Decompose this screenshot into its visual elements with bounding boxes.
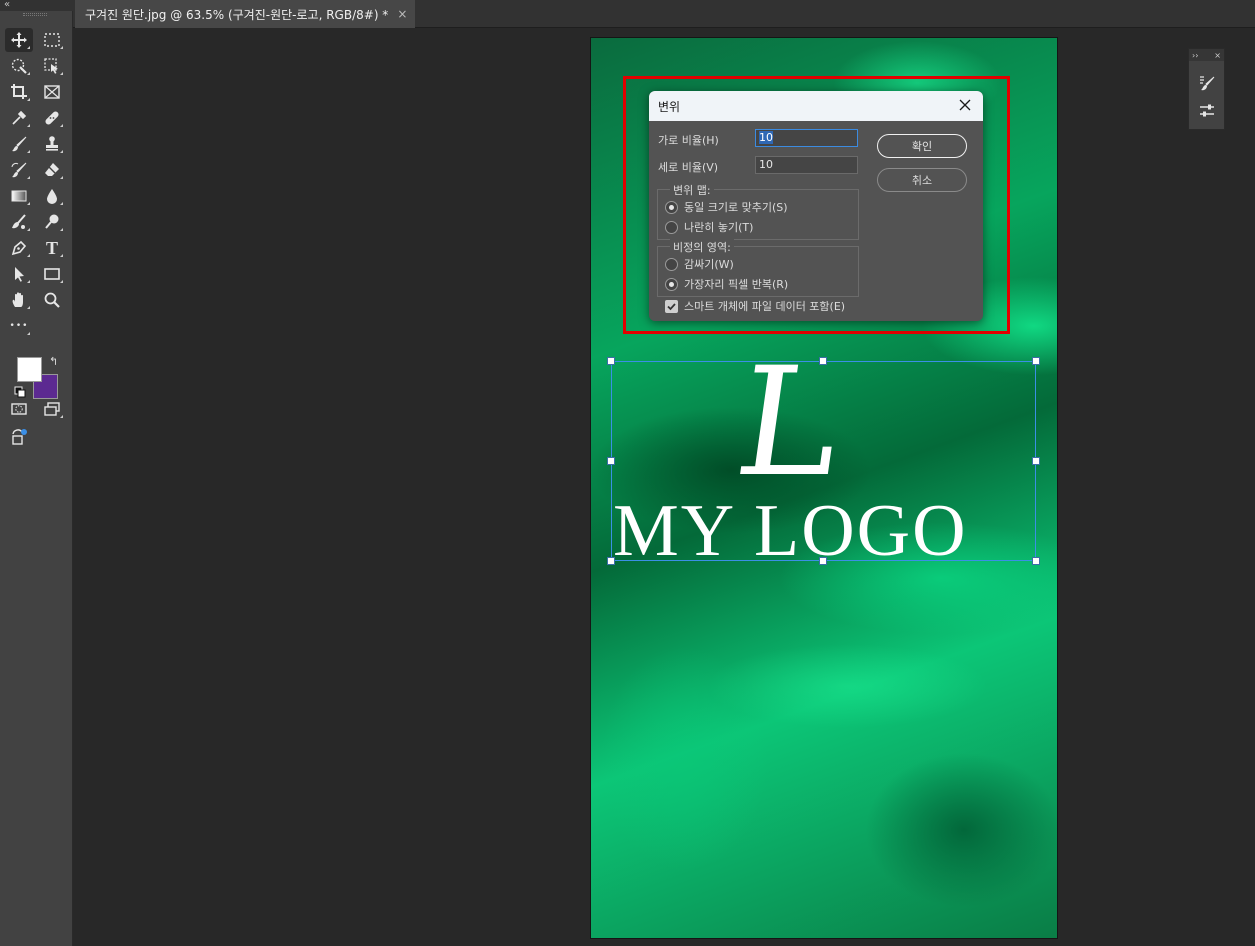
panel-dock-header: ›› × [1189,49,1224,61]
radio-label: 감싸기(W) [684,258,734,271]
collapse-panels-button[interactable]: « [4,0,10,10]
marquee-tool-icon[interactable] [38,28,66,52]
toolbar-grip[interactable] [23,13,47,16]
cancel-button[interactable]: 취소 [877,168,967,192]
move-tool-icon[interactable] [5,28,33,52]
radio-dot [665,200,678,214]
displace-dialog: 변위 가로 비율(H) 10 세로 비율(V) 10 확인 취소 변위 맵: 동… [649,91,983,321]
transform-handle-left[interactable] [607,457,615,465]
close-panel-icon[interactable]: × [1214,51,1221,60]
swap-colors-icon[interactable]: ↰ [49,355,58,368]
transform-handle-top-right[interactable] [1032,357,1040,365]
dodge-tool-icon[interactable] [38,210,66,234]
quick-selection-tool-icon[interactable] [5,54,33,78]
quick-mask-icon[interactable] [5,397,33,421]
foreground-color-swatch[interactable] [17,357,42,382]
healing-brush-tool-icon[interactable] [38,106,66,130]
gradient-tool-icon[interactable] [5,184,33,208]
document-tab-bar: « 구겨진 원단.jpg @ 63.5% (구겨진-원단-로고, RGB/8#)… [0,0,1255,28]
history-brush-tool-icon[interactable] [5,158,33,182]
pen-tool-icon[interactable] [5,236,33,260]
transform-handle-bottom-right[interactable] [1032,557,1040,565]
embed-data-checkbox[interactable]: 스마트 개체에 파일 데이터 포함(E) [665,298,845,314]
blur-tool-icon[interactable] [38,184,66,208]
transform-handle-bottom-left[interactable] [607,557,615,565]
screen-mode-icon[interactable] [38,397,66,421]
displacement-map-legend: 변위 맵: [670,182,714,198]
radio-label: 동일 크기로 맞추기(S) [684,201,788,214]
tools-panel: T ••• ↰ [0,11,73,946]
collapsed-panel-dock: ›› × [1188,48,1225,130]
transform-bounding-box[interactable] [607,357,1040,565]
radio-dot [665,277,678,291]
crop-tool-icon[interactable] [5,80,33,104]
undefined-areas-legend: 비정의 영역: [670,239,734,255]
close-tab-icon[interactable]: × [397,7,407,21]
ok-button[interactable]: 확인 [877,134,967,158]
object-selection-tool-icon[interactable] [38,54,66,78]
rectangle-tool-icon[interactable] [38,262,66,286]
adjustments-icon[interactable] [1197,101,1217,121]
dialog-close-icon[interactable] [957,97,973,113]
vertical-scale-label: 세로 비율(V) [658,161,719,174]
transform-handle-right[interactable] [1032,457,1040,465]
radio-repeat-edge-pixels[interactable]: 가장자리 픽셀 반복(R) [665,276,788,292]
radio-label: 가장자리 픽셀 반복(R) [684,278,789,291]
radio-dot [665,220,678,234]
radio-wrap-around[interactable]: 감싸기(W) [665,256,734,272]
brush-settings-icon[interactable] [1197,73,1217,93]
path-selection-tool-icon[interactable] [5,262,33,286]
clone-stamp-tool-icon[interactable] [38,132,66,156]
type-tool-glyph: T [45,237,58,258]
dialog-title: 변위 [658,99,681,114]
expand-panels-icon[interactable]: ›› [1192,51,1198,60]
brush-tool-icon[interactable] [5,132,33,156]
radio-tile[interactable]: 나란히 놓기(T) [665,219,753,235]
vertical-scale-input[interactable]: 10 [755,156,858,174]
radio-stretch-to-fit[interactable]: 동일 크기로 맞추기(S) [665,199,788,215]
frame-tool-icon[interactable] [38,80,66,104]
radio-label: 나란히 놓기(T) [684,221,754,234]
eyedropper-tool-icon[interactable] [5,106,33,130]
checkmark-icon [667,302,676,310]
document-tab[interactable]: 구겨진 원단.jpg @ 63.5% (구겨진-원단-로고, RGB/8#) *… [75,0,416,28]
transform-handle-bottom[interactable] [819,557,827,565]
generative-fill-icon[interactable] [5,425,33,449]
horizontal-scale-label: 가로 비율(H) [658,134,719,147]
checkbox-box [665,299,678,313]
zoom-tool-icon[interactable] [38,288,66,312]
radio-dot [665,257,678,271]
document-tab-title: 구겨진 원단.jpg @ 63.5% (구겨진-원단-로고, RGB/8#) * [85,7,389,22]
dialog-titlebar: 변위 [649,91,983,121]
type-tool-icon[interactable]: T [38,236,66,260]
eraser-tool-icon[interactable] [38,158,66,182]
more-tools-glyph: ••• [9,321,29,331]
transform-handle-top[interactable] [819,357,827,365]
hand-tool-icon[interactable] [5,288,33,312]
smudge-tool-icon[interactable] [5,210,33,234]
embed-data-label: 스마트 개체에 파일 데이터 포함(E) [684,300,846,313]
horizontal-scale-value: 10 [759,131,773,144]
edit-toolbar-icon[interactable]: ••• [5,314,33,338]
transform-handle-top-left[interactable] [607,357,615,365]
horizontal-scale-input[interactable]: 10 [755,129,858,147]
